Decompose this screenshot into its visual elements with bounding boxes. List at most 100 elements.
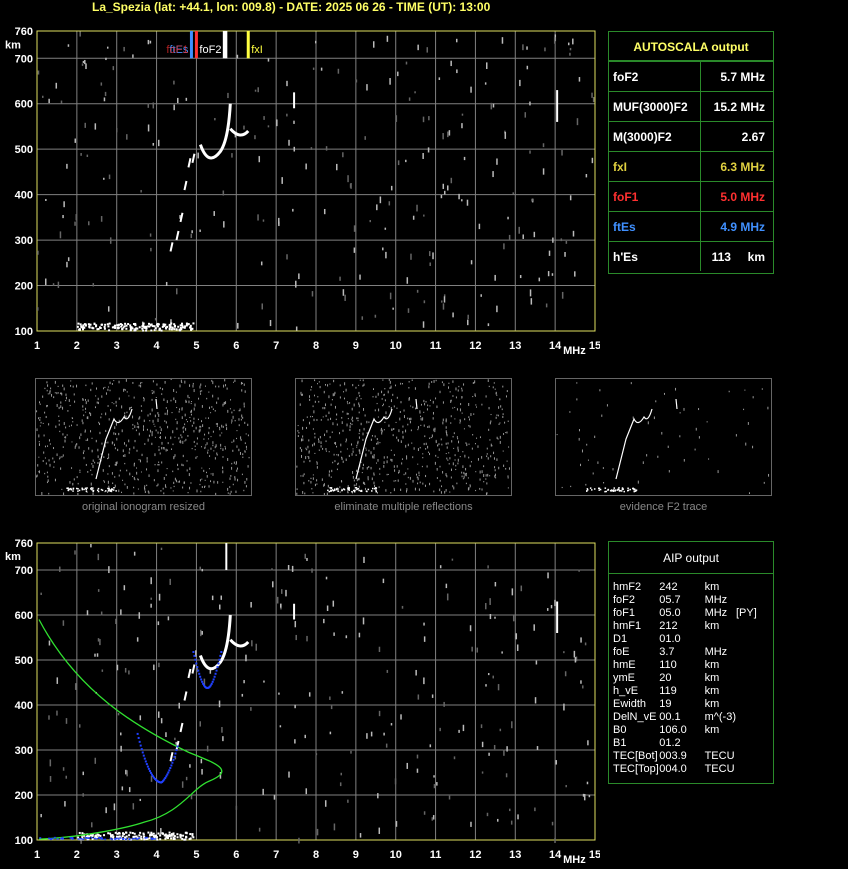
aip-row: B1 01.2 (609, 737, 773, 750)
x-axis-unit: MHz (563, 854, 586, 866)
autoscala-label: MUF(3000)F2 (609, 91, 701, 122)
aip-x: [PY] (736, 607, 757, 619)
aip-n: 004.0 (659, 763, 687, 775)
aip-x (736, 698, 773, 711)
autoscala-title: AUTOSCALA output (609, 32, 773, 61)
aip-row: hmE 110 km (609, 659, 773, 672)
aip-n: 20 (659, 672, 672, 684)
x-tick-label: 9 (353, 849, 359, 861)
y-axis-unit: km (5, 551, 21, 563)
aip-u: km (704, 581, 720, 593)
y-tick-label: 760 (15, 538, 33, 550)
x-tick-label: 4 (154, 340, 161, 352)
x-tick-label: 5 (193, 340, 199, 352)
aip-n: 119 (659, 685, 677, 697)
aip-n: 212 (659, 620, 678, 632)
aip-row: D1 01.0 (609, 633, 773, 646)
autoscala-label: foF1 (609, 181, 701, 212)
autoscala-row: ftEs 4.9 MHz (609, 211, 773, 242)
thumbnail-image (556, 382, 770, 495)
autoscala-value: 6.3 MHz (700, 151, 773, 182)
aip-row: hmF1 212 km (609, 620, 773, 633)
aip-x (736, 646, 773, 659)
thumbnail-original (35, 378, 252, 496)
y-tick-label: 200 (15, 790, 33, 802)
aip-u: MHz (704, 607, 728, 619)
aip-n: 01.2 (659, 737, 681, 749)
x-tick-label: 6 (233, 849, 239, 861)
aip-u: TECU (704, 750, 735, 762)
aip-u: km (704, 698, 720, 710)
autoscala-label: M(3000)F2 (609, 121, 701, 152)
aip-x (736, 763, 773, 776)
aip-n: 3.7 (659, 646, 675, 658)
x-tick-label: 2 (74, 340, 80, 352)
autoscala-label: h'Es (609, 241, 701, 271)
y-tick-label: 300 (15, 745, 33, 757)
autoscala-row: foF1 5.0 MHz (609, 181, 773, 212)
aip-n: 110 (659, 659, 677, 671)
aip-u: MHz (704, 594, 728, 606)
aip-k: DelN_vE (613, 711, 657, 723)
aip-k: hmE (613, 659, 636, 671)
aip-u: km (704, 672, 720, 684)
autoscala-label: foF2 (609, 61, 701, 92)
x-tick-label: 5 (193, 849, 199, 861)
x-tick-label: 13 (509, 849, 521, 861)
autoscala-row: foF2 5.7 MHz (609, 61, 773, 92)
aip-k: h_vE (613, 685, 639, 697)
aip-k: TEC[Top] (613, 763, 659, 775)
y-tick-label: 300 (15, 235, 33, 247)
aip-panel: AIP output hmF2 242 km foF2 05.7 MHz foF1 05.0 M… (608, 541, 774, 784)
autoscala-value: 113 km (700, 241, 773, 271)
y-tick-label: 600 (15, 610, 33, 622)
aip-row: TEC[Top] 004.0 TECU (609, 763, 773, 776)
aip-u: km (704, 659, 720, 671)
aip-title: AIP output (609, 542, 773, 574)
aip-x (736, 737, 773, 750)
autoscala-value: 2.67 (700, 121, 773, 152)
y-tick-label: 700 (15, 53, 33, 65)
x-tick-label: 12 (469, 849, 481, 861)
x-tick-label: 7 (273, 340, 279, 352)
x-axis-unit: MHz (563, 345, 586, 357)
autoscala-table: foF2 5.7 MHz MUF(3000)F2 15.2 MHz M(3000)F2 2… (609, 61, 773, 271)
x-tick-label: 8 (313, 340, 319, 352)
marker-fxi: fxI (251, 44, 263, 56)
aip-row: hmF2 242 km (609, 581, 773, 594)
caption-f2-trace: evidence F2 trace (619, 501, 708, 513)
aip-k: ymE (613, 672, 635, 684)
aip-n: 106.0 (659, 724, 687, 736)
x-tick-label: 8 (313, 849, 319, 861)
thumbnail-f2-trace (555, 378, 772, 496)
marker-fof2: foF2 (199, 44, 221, 56)
x-tick-label: 15 (589, 849, 600, 861)
aip-u: km (704, 724, 720, 736)
aip-k: foF2 (613, 594, 636, 606)
aip-row: DelN_vE 00.1 m^(-3) (609, 711, 773, 724)
aip-x (736, 750, 773, 763)
y-tick-label: 500 (15, 655, 33, 667)
aip-x (736, 620, 773, 633)
bottom-ionogram-plot: 760700600500400300200100km1 2 3 4 5 6 7 8 9 10 11 1… (5, 538, 600, 866)
y-axis-unit: km (5, 39, 21, 51)
aip-row: h_vE 119 km (609, 685, 773, 698)
aip-row: ymE 20 km (609, 672, 773, 685)
x-tick-label: 10 (390, 340, 402, 352)
aip-k: B1 (613, 737, 627, 749)
thumbnail-multiple-reflections (295, 378, 512, 496)
x-tick-label: 6 (233, 340, 239, 352)
aip-u: TECU (704, 763, 735, 775)
aip-row: foF1 05.0 MHz [PY] (609, 607, 773, 620)
y-tick-label: 200 (15, 281, 33, 293)
autoscala-row: h'Es 113 km (609, 241, 773, 271)
x-tick-label: 11 (430, 340, 442, 352)
aip-k: B0 (613, 724, 627, 736)
aip-u: m^(-3) (704, 711, 736, 723)
aip-row: B0 106.0 km (609, 724, 773, 737)
autoscala-row: M(3000)F2 2.67 (609, 121, 773, 152)
aip-k: foF1 (613, 607, 636, 619)
x-tick-label: 14 (549, 849, 562, 861)
x-tick-label: 11 (430, 849, 442, 861)
aip-k: foE (613, 646, 630, 658)
